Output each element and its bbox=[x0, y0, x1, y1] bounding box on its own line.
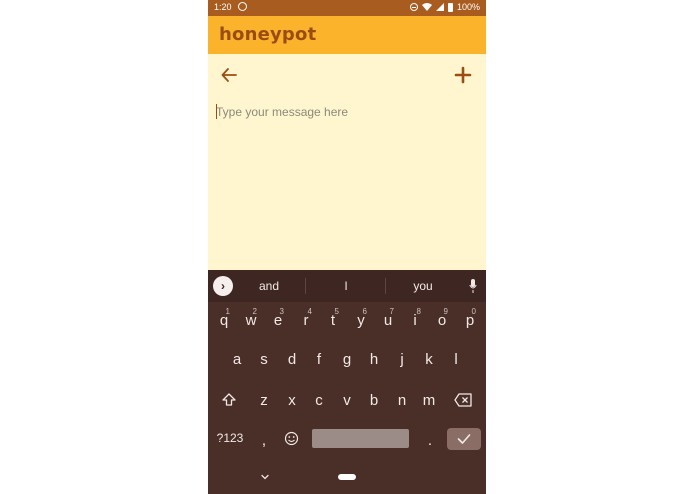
compose-area bbox=[208, 54, 486, 270]
key-comma[interactable]: , bbox=[258, 432, 270, 449]
battery-icon bbox=[447, 2, 453, 12]
status-bar: 1:20 100% bbox=[208, 0, 486, 16]
key-y[interactable]: y6 bbox=[353, 307, 369, 329]
key-z[interactable]: z bbox=[256, 392, 272, 409]
key-hint: 8 bbox=[416, 307, 421, 316]
suggestion-divider bbox=[305, 278, 306, 294]
home-pill[interactable] bbox=[338, 474, 356, 480]
message-input[interactable] bbox=[216, 102, 476, 122]
soft-keyboard: › and I you q1 w2 e3 r4 t5 y6 u7 i8 o9 p… bbox=[208, 270, 486, 494]
key-r[interactable]: r4 bbox=[298, 307, 314, 329]
app-bar: honeypot bbox=[208, 16, 486, 54]
suggestion-and[interactable]: and bbox=[239, 279, 299, 293]
key-x[interactable]: x bbox=[284, 392, 300, 409]
key-n[interactable]: n bbox=[394, 392, 410, 409]
key-hint: 5 bbox=[334, 307, 339, 316]
key-o[interactable]: o9 bbox=[434, 307, 450, 329]
key-w[interactable]: w2 bbox=[243, 307, 259, 329]
text-caret bbox=[216, 104, 217, 119]
key-u[interactable]: u7 bbox=[380, 307, 396, 329]
wifi-icon bbox=[421, 3, 432, 11]
key-q[interactable]: q1 bbox=[216, 307, 232, 329]
key-f[interactable]: f bbox=[311, 351, 327, 368]
backspace-icon[interactable] bbox=[454, 393, 472, 407]
key-j[interactable]: j bbox=[394, 351, 410, 368]
status-time: 1:20 bbox=[214, 2, 232, 12]
navigation-bar bbox=[208, 468, 486, 494]
key-hint: 3 bbox=[279, 307, 284, 316]
key-c[interactable]: c bbox=[311, 392, 327, 409]
key-d[interactable]: d bbox=[284, 351, 300, 368]
key-hint: 7 bbox=[389, 307, 394, 316]
arrow-left-icon[interactable] bbox=[220, 66, 238, 84]
key-v[interactable]: v bbox=[339, 392, 355, 409]
symbols-key[interactable]: ?123 bbox=[213, 431, 247, 445]
key-e[interactable]: e3 bbox=[270, 307, 286, 329]
key-period[interactable]: . bbox=[424, 432, 436, 449]
plus-icon[interactable] bbox=[454, 66, 472, 84]
do-not-disturb-icon bbox=[409, 3, 418, 11]
sync-icon bbox=[238, 2, 247, 11]
key-m[interactable]: m bbox=[421, 392, 437, 409]
key-h[interactable]: h bbox=[366, 351, 382, 368]
check-icon bbox=[457, 434, 471, 444]
key-s[interactable]: s bbox=[256, 351, 272, 368]
key-b[interactable]: b bbox=[366, 392, 382, 409]
battery-percent: 100% bbox=[456, 2, 480, 12]
phone-screen: 1:20 100% honeypot › and I you bbox=[208, 0, 486, 494]
microphone-icon[interactable] bbox=[469, 278, 477, 294]
space-bar[interactable] bbox=[312, 429, 409, 448]
suggestion-i[interactable]: I bbox=[316, 279, 376, 293]
key-g[interactable]: g bbox=[339, 351, 355, 368]
key-hint: 0 bbox=[471, 307, 476, 316]
app-title: honeypot bbox=[219, 24, 317, 45]
key-p[interactable]: p0 bbox=[462, 307, 478, 329]
chevron-right-icon[interactable]: › bbox=[213, 276, 233, 296]
key-hint: 6 bbox=[362, 307, 367, 316]
key-t[interactable]: t5 bbox=[325, 307, 341, 329]
suggestion-divider bbox=[385, 278, 386, 294]
key-hint: 2 bbox=[252, 307, 257, 316]
key-i[interactable]: i8 bbox=[407, 307, 423, 329]
key-hint: 4 bbox=[307, 307, 312, 316]
enter-key[interactable] bbox=[447, 428, 481, 450]
chevron-down-icon[interactable] bbox=[260, 472, 270, 482]
suggestion-strip: › and I you bbox=[208, 270, 486, 302]
suggestion-you[interactable]: you bbox=[393, 279, 453, 293]
key-a[interactable]: a bbox=[229, 351, 245, 368]
signal-icon bbox=[435, 3, 444, 11]
shift-icon[interactable] bbox=[221, 392, 237, 408]
key-k[interactable]: k bbox=[421, 351, 437, 368]
key-hint: 9 bbox=[443, 307, 448, 316]
status-icons: 100% bbox=[409, 2, 480, 12]
key-hint: 1 bbox=[225, 307, 230, 316]
emoji-icon[interactable] bbox=[284, 431, 299, 446]
key-l[interactable]: l bbox=[448, 351, 464, 368]
